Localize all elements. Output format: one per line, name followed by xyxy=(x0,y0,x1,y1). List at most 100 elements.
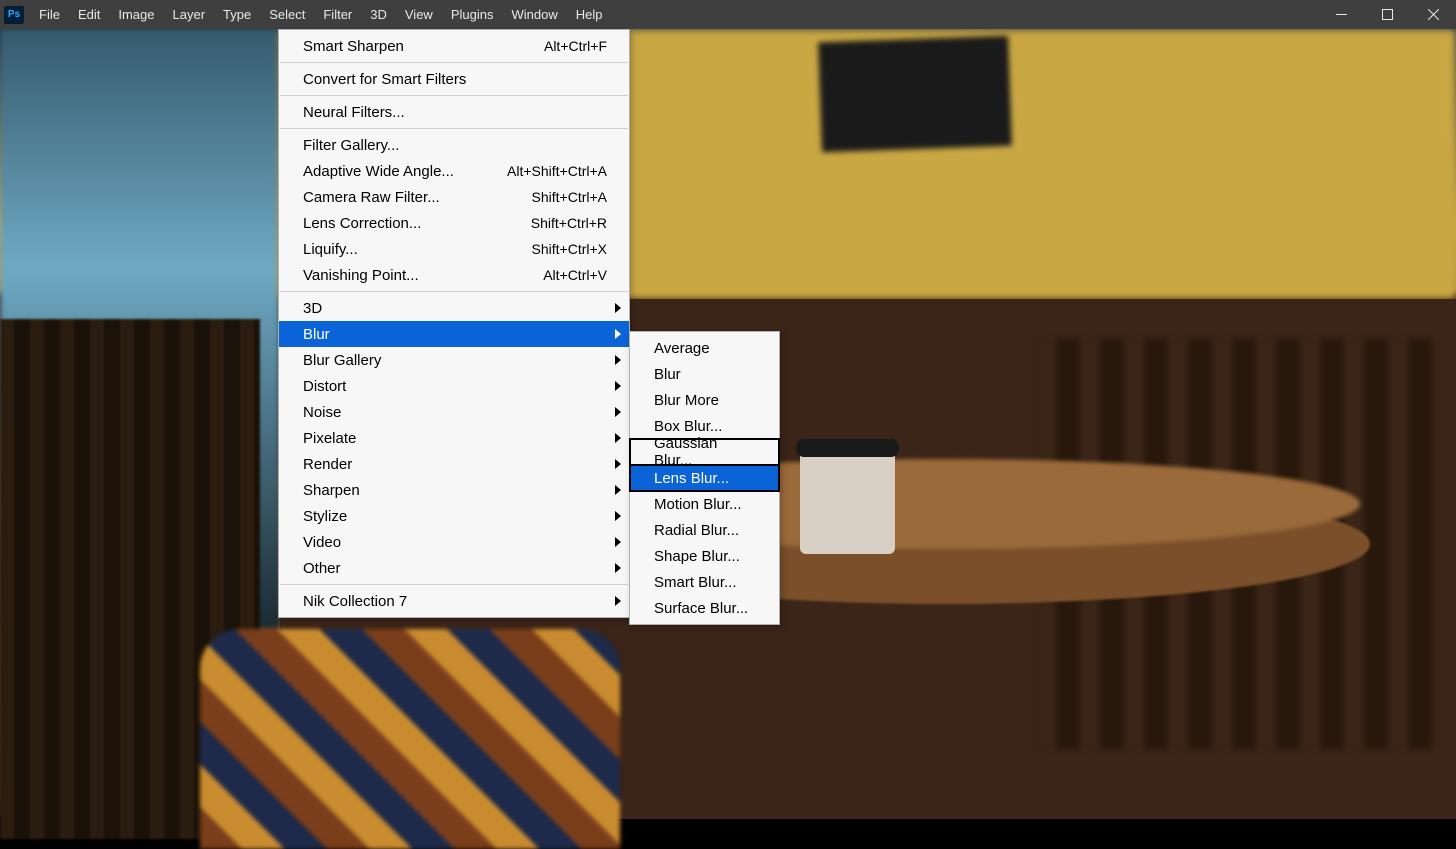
blur-submenu: Average Blur Blur More Box Blur... Gaussian … xyxy=(629,331,780,625)
menu-separator xyxy=(280,584,628,585)
blur-item-blur[interactable]: Blur xyxy=(630,361,779,387)
blur-item-average[interactable]: Average xyxy=(630,335,779,361)
menu-item-label: Camera Raw Filter... xyxy=(303,189,440,206)
menu-view[interactable]: View xyxy=(396,0,442,29)
menu-select[interactable]: Select xyxy=(260,0,314,29)
menu-type[interactable]: Type xyxy=(214,0,260,29)
filter-item-other[interactable]: Other xyxy=(279,555,629,581)
close-button[interactable] xyxy=(1410,0,1456,29)
minimize-button[interactable] xyxy=(1318,0,1364,29)
filter-item-blur-gallery[interactable]: Blur Gallery xyxy=(279,347,629,373)
filter-item-vanishing-point[interactable]: Vanishing Point... Alt+Ctrl+V xyxy=(279,262,629,288)
menu-item-label: Liquify... xyxy=(303,241,358,258)
maximize-button[interactable] xyxy=(1364,0,1410,29)
filter-item-nik-collection-7[interactable]: Nik Collection 7 xyxy=(279,588,629,614)
menu-item-label: 3D xyxy=(303,300,322,317)
filter-item-video[interactable]: Video xyxy=(279,529,629,555)
menu-item-label: Filter Gallery... xyxy=(303,137,399,154)
chevron-right-icon xyxy=(615,303,621,313)
menu-item-shortcut: Shift+Ctrl+R xyxy=(531,215,607,231)
photo-menu-board xyxy=(818,36,1012,153)
menu-help[interactable]: Help xyxy=(567,0,612,29)
menu-item-label: Blur xyxy=(303,326,330,343)
blur-item-smart-blur[interactable]: Smart Blur... xyxy=(630,569,779,595)
menu-item-label: Render xyxy=(303,456,352,473)
filter-item-noise[interactable]: Noise xyxy=(279,399,629,425)
chevron-right-icon xyxy=(615,459,621,469)
menu-item-label: Distort xyxy=(303,378,346,395)
menu-item-label: Radial Blur... xyxy=(654,522,739,539)
filter-item-convert-for-smart-filters[interactable]: Convert for Smart Filters xyxy=(279,66,629,92)
menu-item-label: Nik Collection 7 xyxy=(303,593,407,610)
blur-item-motion-blur[interactable]: Motion Blur... xyxy=(630,491,779,517)
menu-item-label: Box Blur... xyxy=(654,418,722,435)
menu-3d[interactable]: 3D xyxy=(361,0,396,29)
menu-window[interactable]: Window xyxy=(502,0,566,29)
menu-separator xyxy=(280,95,628,96)
chevron-right-icon xyxy=(615,329,621,339)
chevron-right-icon xyxy=(615,511,621,521)
menu-item-label: Surface Blur... xyxy=(654,600,748,617)
filter-item-sharpen[interactable]: Sharpen xyxy=(279,477,629,503)
blur-item-lens-blur[interactable]: Lens Blur... xyxy=(630,465,779,491)
app-menubar: Ps FileEditImageLayerTypeSelectFilter3DV… xyxy=(0,0,1456,29)
blur-item-surface-blur[interactable]: Surface Blur... xyxy=(630,595,779,621)
menu-edit[interactable]: Edit xyxy=(69,0,109,29)
photo-coffee-cup xyxy=(800,444,895,554)
blur-item-gaussian-blur[interactable]: Gaussian Blur... xyxy=(630,439,779,465)
menu-item-shortcut: Shift+Ctrl+X xyxy=(532,241,607,257)
menu-item-label: Shape Blur... xyxy=(654,548,740,565)
menu-item-label: Vanishing Point... xyxy=(303,267,419,284)
menu-item-shortcut: Alt+Ctrl+V xyxy=(543,267,607,283)
filter-item-smart-sharpen[interactable]: Smart Sharpen Alt+Ctrl+F xyxy=(279,33,629,59)
filter-item-liquify[interactable]: Liquify... Shift+Ctrl+X xyxy=(279,236,629,262)
menu-item-label: Average xyxy=(654,340,710,357)
filter-item-neural-filters[interactable]: Neural Filters... xyxy=(279,99,629,125)
chevron-right-icon xyxy=(615,537,621,547)
menu-item-label: Blur xyxy=(654,366,681,383)
menu-layer[interactable]: Layer xyxy=(164,0,215,29)
menu-item-label: Stylize xyxy=(303,508,347,525)
menu-item-label: Lens Blur... xyxy=(654,470,729,487)
menu-item-shortcut: Shift+Ctrl+A xyxy=(532,189,607,205)
filter-item-pixelate[interactable]: Pixelate xyxy=(279,425,629,451)
menu-item-label: Convert for Smart Filters xyxy=(303,71,466,88)
menu-item-label: Pixelate xyxy=(303,430,356,447)
menu-file[interactable]: File xyxy=(30,0,69,29)
menu-item-label: Other xyxy=(303,560,341,577)
menu-item-label: Noise xyxy=(303,404,341,421)
menu-item-label: Blur Gallery xyxy=(303,352,381,369)
filter-item-adaptive-wide-angle[interactable]: Adaptive Wide Angle... Alt+Shift+Ctrl+A xyxy=(279,158,629,184)
filter-item-filter-gallery[interactable]: Filter Gallery... xyxy=(279,132,629,158)
menu-separator xyxy=(280,128,628,129)
filter-item-render[interactable]: Render xyxy=(279,451,629,477)
filter-item-lens-correction[interactable]: Lens Correction... Shift+Ctrl+R xyxy=(279,210,629,236)
chevron-right-icon xyxy=(615,563,621,573)
filter-item-stylize[interactable]: Stylize xyxy=(279,503,629,529)
menu-image[interactable]: Image xyxy=(109,0,163,29)
menu-item-shortcut: Alt+Shift+Ctrl+A xyxy=(507,163,607,179)
filter-item-distort[interactable]: Distort xyxy=(279,373,629,399)
blur-item-blur-more[interactable]: Blur More xyxy=(630,387,779,413)
chevron-right-icon xyxy=(615,355,621,365)
photo-coffee-lid xyxy=(796,439,899,457)
menu-item-label: Blur More xyxy=(654,392,719,409)
menu-item-label: Motion Blur... xyxy=(654,496,742,513)
menu-separator xyxy=(280,62,628,63)
menu-item-label: Smart Sharpen xyxy=(303,38,404,55)
menu-plugins[interactable]: Plugins xyxy=(442,0,503,29)
menu-separator xyxy=(280,291,628,292)
menu-filter[interactable]: Filter xyxy=(314,0,361,29)
filter-item-camera-raw-filter[interactable]: Camera Raw Filter... Shift+Ctrl+A xyxy=(279,184,629,210)
blur-item-radial-blur[interactable]: Radial Blur... xyxy=(630,517,779,543)
menu-item-label: Adaptive Wide Angle... xyxy=(303,163,454,180)
photoshop-logo-icon: Ps xyxy=(4,6,24,24)
menu-item-label: Smart Blur... xyxy=(654,574,737,591)
filter-item-blur[interactable]: Blur xyxy=(279,321,629,347)
menu-item-label: Lens Correction... xyxy=(303,215,421,232)
blur-item-shape-blur[interactable]: Shape Blur... xyxy=(630,543,779,569)
menu-item-shortcut: Alt+Ctrl+F xyxy=(544,38,607,54)
chevron-right-icon xyxy=(615,381,621,391)
filter-item-3d[interactable]: 3D xyxy=(279,295,629,321)
chevron-right-icon xyxy=(615,596,621,606)
